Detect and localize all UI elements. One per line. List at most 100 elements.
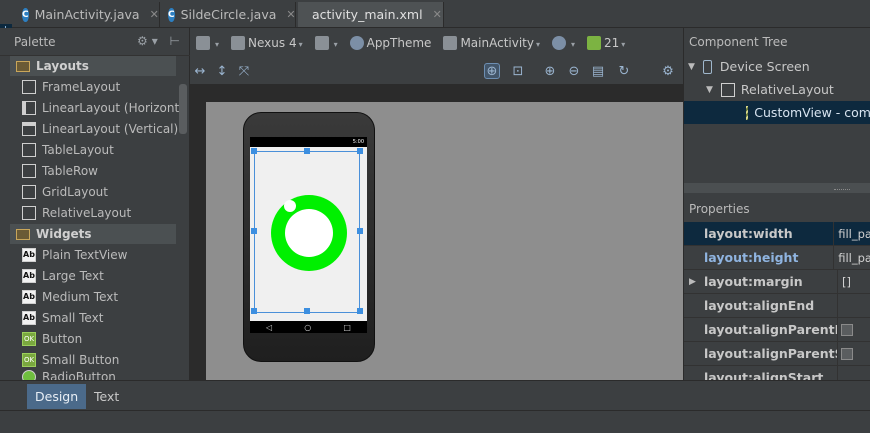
tab-activity-main-xml[interactable]: activity_main.xml ✕ xyxy=(298,2,444,27)
text-ab-icon: Ab xyxy=(22,247,36,262)
resize-handle[interactable] xyxy=(304,308,310,314)
palette-item-large-text[interactable]: Ab Large Text xyxy=(22,265,182,286)
palette-item-framelayout[interactable]: FrameLayout xyxy=(22,76,182,97)
properties-title: Properties xyxy=(689,202,750,216)
ide-status-strip xyxy=(0,410,870,433)
palette-item-label: RadioButton xyxy=(42,370,116,380)
property-value[interactable]: [] xyxy=(838,275,851,289)
property-row-width[interactable]: layout:width fill_pa xyxy=(684,221,870,246)
palette-item-label: Large Text xyxy=(42,268,104,283)
theme-selector[interactable]: AppTheme xyxy=(349,35,432,51)
palette-item-plain-textview[interactable]: Ab Plain TextView xyxy=(22,244,182,265)
tree-item-relativelayout[interactable]: ▼ RelativeLayout xyxy=(684,78,870,101)
resize-handle[interactable] xyxy=(251,308,257,314)
palette-header: Palette ⚙▾ ⊢ xyxy=(0,28,190,56)
expand-icon[interactable]: ⤧ xyxy=(236,63,252,79)
zoom-out-icon[interactable]: ⊖ xyxy=(566,63,582,79)
palette-item-button[interactable]: OK Button xyxy=(22,328,182,349)
tab-mainactivity[interactable]: C MainActivity.java ✕ xyxy=(14,2,160,27)
palette-item-gridlayout[interactable]: GridLayout xyxy=(22,181,182,202)
resize-handle[interactable] xyxy=(357,228,363,234)
palette-item-radiobutton[interactable]: RadioButton xyxy=(22,370,182,380)
tree-item-device-screen[interactable]: ▼ Device Screen xyxy=(684,55,870,78)
splitter-grip[interactable] xyxy=(834,189,850,191)
linearlayout-vertical-icon xyxy=(22,121,36,136)
palette-item-medium-text[interactable]: Ab Medium Text xyxy=(22,286,182,307)
property-row-alignstart[interactable]: layout:alignStart xyxy=(684,365,870,380)
device-icon xyxy=(702,59,712,74)
property-name: layout:alignEnd xyxy=(684,293,838,318)
design-canvas[interactable]: 5:00 ◁ ○ □ xyxy=(206,102,683,380)
locale-selector[interactable]: ▾ xyxy=(552,36,575,51)
palette-item-relativelayout[interactable]: RelativeLayout xyxy=(22,202,182,223)
property-row-margin[interactable]: ▶ layout:margin [] xyxy=(684,269,870,294)
resize-handle[interactable] xyxy=(357,148,363,154)
palette-item-small-button[interactable]: OK Small Button xyxy=(22,349,182,370)
java-class-icon: C xyxy=(22,7,29,22)
text-ab-icon: Ab xyxy=(22,310,36,325)
activity-icon xyxy=(443,36,458,51)
screenshot-icon[interactable]: ▤ xyxy=(590,63,606,79)
palette-item-linearlayout-vertical[interactable]: LinearLayout (Vertical) xyxy=(22,118,182,139)
property-checkbox[interactable] xyxy=(841,323,853,336)
radiobutton-icon xyxy=(22,370,36,380)
collapse-triangle-icon[interactable]: ▼ xyxy=(688,62,695,72)
palette-item-linearlayout-horizontal[interactable]: LinearLayout (Horizontal) xyxy=(22,97,182,118)
api-level-selector[interactable]: 21 ▾ xyxy=(587,36,625,51)
resize-handle[interactable] xyxy=(251,228,257,234)
zoom-in-icon[interactable]: ⊕ xyxy=(542,63,558,79)
orientation-button[interactable]: ▾ xyxy=(314,36,338,51)
text-ab-icon: Ab xyxy=(22,268,36,283)
tree-item-customview[interactable]: CustomView - com xyxy=(684,101,870,124)
property-row-alignend[interactable]: layout:alignEnd xyxy=(684,293,870,318)
palette-group-widgets[interactable]: Widgets xyxy=(10,224,176,244)
property-value[interactable]: fill_pa xyxy=(834,227,870,241)
palette-item-small-text[interactable]: Ab Small Text xyxy=(22,307,182,328)
expand-triangle-icon[interactable]: ▶ xyxy=(689,277,696,287)
property-name: layout:alignParentEnd xyxy=(684,317,838,342)
close-icon[interactable]: ✕ xyxy=(150,8,159,21)
resize-handle[interactable] xyxy=(357,308,363,314)
activity-label: MainActivity xyxy=(460,35,534,50)
api-label: 21 xyxy=(604,35,620,50)
property-row-alignparentend[interactable]: layout:alignParentEnd xyxy=(684,317,870,342)
close-icon[interactable]: ✕ xyxy=(286,8,295,21)
close-icon[interactable]: ✕ xyxy=(433,8,442,21)
device-icon xyxy=(231,36,246,51)
palette-group-layouts[interactable]: Layouts xyxy=(10,56,176,76)
palette-item-tablerow[interactable]: TableRow xyxy=(22,160,182,181)
panel-splitter[interactable] xyxy=(683,183,870,193)
tab-label: activity_main.xml xyxy=(312,7,423,22)
resize-handle[interactable] xyxy=(304,148,310,154)
tree-item-label: Device Screen xyxy=(719,59,810,74)
palette-settings-icon[interactable]: ⚙▾ ⊢ xyxy=(137,34,184,48)
activity-selector[interactable]: MainActivity ▾ xyxy=(443,36,540,51)
refresh-icon[interactable]: ↻ xyxy=(616,63,632,79)
tab-design[interactable]: Design xyxy=(27,384,87,409)
design-surface-button[interactable]: ▾ xyxy=(196,36,219,51)
custom-view-center xyxy=(285,209,333,257)
theme-label: AppTheme xyxy=(366,35,432,50)
property-row-height[interactable]: layout:height fill_pa xyxy=(684,245,870,270)
collapse-triangle-icon[interactable]: ▼ xyxy=(706,85,713,95)
settings-gear-icon[interactable]: ⚙ xyxy=(660,63,676,79)
tab-sildecircle[interactable]: C SildeCircle.java ✕ xyxy=(160,2,296,27)
properties-panel: Properties layout:width fill_pa layout:h… xyxy=(683,193,870,380)
property-value[interactable]: fill_pa xyxy=(834,251,870,265)
tab-text[interactable]: Text xyxy=(86,384,127,409)
resize-vertical-icon[interactable]: ↕ xyxy=(214,63,230,79)
palette-item-label: GridLayout xyxy=(42,184,108,199)
resize-horizontal-icon[interactable]: ↔ xyxy=(192,63,208,79)
palette-item-tablelayout[interactable]: TableLayout xyxy=(22,139,182,160)
relativelayout-icon xyxy=(22,205,36,220)
palette-scrollbar[interactable] xyxy=(179,84,187,134)
property-name: layout:height xyxy=(684,245,835,270)
actual-size-icon[interactable]: ⊡ xyxy=(510,63,526,79)
resize-handle[interactable] xyxy=(251,148,257,154)
folder-icon xyxy=(16,60,30,72)
property-name-text: layout:margin xyxy=(704,274,803,289)
property-row-alignparentstart[interactable]: layout:alignParentStart xyxy=(684,341,870,366)
device-selector[interactable]: Nexus 4 ▾ xyxy=(231,36,303,51)
property-checkbox[interactable] xyxy=(841,347,853,360)
zoom-to-fit-icon[interactable]: ⊕ xyxy=(484,63,500,79)
